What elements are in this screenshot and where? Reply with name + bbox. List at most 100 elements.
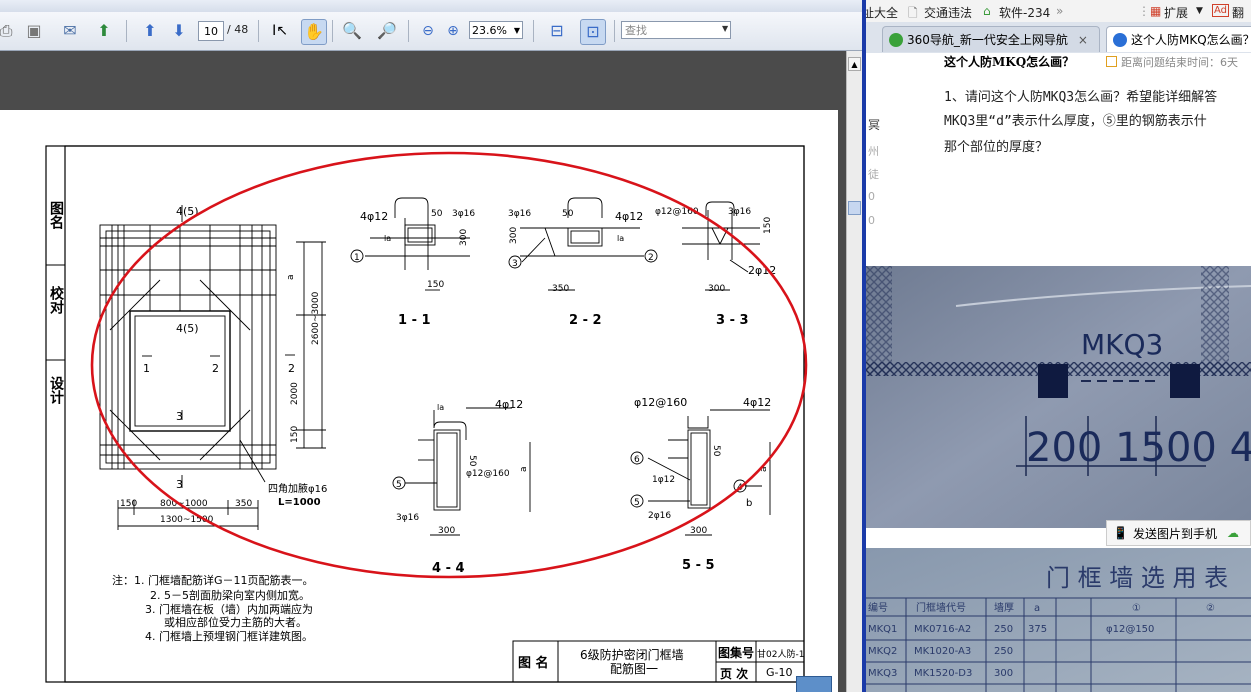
s55-mark6: 6 xyxy=(634,455,640,465)
marquee-zoom-icon[interactable]: 🔍 xyxy=(340,19,364,43)
find-input[interactable]: 查找 xyxy=(621,21,731,39)
corner-bar-label: 四角加腋φ16 xyxy=(268,482,327,495)
elev-label-2: 2 xyxy=(212,362,219,375)
s22-d300: 300 xyxy=(509,227,519,244)
tool-badge-icon[interactable] xyxy=(796,676,832,692)
photo1-label: MKQ3 xyxy=(1081,328,1163,361)
elev-label-2b: 2 xyxy=(288,362,295,375)
s11-d150: 150 xyxy=(427,280,444,290)
elev-dim-2000: 2000 xyxy=(290,382,300,405)
select-text-icon[interactable]: I↖ xyxy=(268,19,292,43)
photo2-header-1: 门框墙代号 xyxy=(916,601,966,614)
photo2-cell: MK0716-A2 xyxy=(914,624,971,635)
tab-question[interactable]: 这个人防MKQ怎么画？- xyxy=(1106,26,1251,52)
bookmark-sites[interactable]: 址大全 xyxy=(866,4,898,21)
chevron-down-icon: ▼ xyxy=(513,25,520,35)
photo2-cell: 300 xyxy=(994,668,1013,679)
photo2-cell: MKQ3 xyxy=(868,668,897,679)
photo2-header-0: 编号 xyxy=(868,601,888,614)
zoom-select[interactable]: 23.6% ▼ xyxy=(469,21,523,39)
pdf-viewer: ⎙ ▣ ✉ ⬆ ⬆ ⬇ / 48 I↖ ✋ 🔍 🔎 ⊖ ⊕ 23.6%▼ ⊟ ⊡… xyxy=(0,0,862,692)
photo2-header-2: 墙厚 xyxy=(994,601,1014,614)
corner-len-label: L=1000 xyxy=(278,497,321,508)
print-icon[interactable]: ⎙ xyxy=(0,19,18,43)
question-photo-2[interactable]: 门 框 墙 选 用 表 编号 门框墙代号 墙厚 a ① ② MKQ1 MK071… xyxy=(866,548,1251,692)
close-icon[interactable]: × xyxy=(1078,33,1088,47)
note-1: 注：1. 门框墙配筋详G－11页配筋表一。 xyxy=(112,573,314,587)
hand-tool-icon[interactable]: ✋ xyxy=(301,19,327,45)
s33-bar-right: 3φ16 xyxy=(728,207,751,217)
translate-button[interactable]: 翻 xyxy=(1232,4,1244,21)
s44-bar-top: 4φ12 xyxy=(495,398,523,411)
question-photo-1[interactable]: MKQ3 200 1500 400 xyxy=(866,266,1251,528)
tab-360-nav[interactable]: 360导航_新一代安全上网导航 × xyxy=(882,26,1100,52)
page-total: / 48 xyxy=(227,23,249,36)
bookmark-software[interactable]: 软件-234 xyxy=(999,4,1050,21)
bottom-dim-150: 150 xyxy=(120,499,137,509)
s55-bar-1: 1φ12 xyxy=(652,475,675,485)
phone-icon: 📱 xyxy=(1113,526,1128,540)
dynamic-zoom-icon[interactable]: 🔎 xyxy=(375,19,399,43)
photo2-header-5: ② xyxy=(1206,603,1215,614)
software-icon: ⌂ xyxy=(983,4,991,18)
extensions-button[interactable]: 扩展 xyxy=(1164,4,1188,21)
pdf-background xyxy=(0,51,846,109)
s44-d300: 300 xyxy=(438,526,455,536)
side-label-design: 设计 xyxy=(48,376,64,405)
s22-d50: 50 xyxy=(562,209,574,219)
next-page-icon[interactable]: ⬇ xyxy=(167,19,191,43)
chevron-down-icon[interactable]: ▼ xyxy=(1196,6,1203,16)
tb-set-value: 甘02人防-1 xyxy=(757,648,804,660)
note-2: 2. 5－5剖面肋梁向室内侧加宽。 xyxy=(150,588,310,602)
pdf-vertical-scrollbar[interactable]: ▲ xyxy=(846,51,862,692)
scroll-thumb[interactable] xyxy=(848,201,861,215)
scroll-up-icon[interactable]: ▲ xyxy=(848,57,861,71)
tb-title-1: 6级防护密闭门框墙 xyxy=(580,647,684,662)
bottom-dim-350: 350 xyxy=(235,499,252,509)
page-number-input[interactable] xyxy=(198,21,224,41)
s44-dim-a: a xyxy=(519,466,529,472)
tb-page-label: 页 次 xyxy=(720,666,748,681)
photo2-cell: MKQ2 xyxy=(868,646,897,657)
drawing-canvas: 图名 校对 设计 4(5) 4(5) 1 2 3 3 2 a 2600~3000… xyxy=(45,145,808,683)
more-bookmarks-icon[interactable]: » xyxy=(1056,4,1063,18)
bookmark-traffic[interactable]: 交通违法 xyxy=(924,4,972,21)
fit-width-icon[interactable]: ⊟ xyxy=(545,19,569,43)
s11-bar-top: 4φ12 xyxy=(360,210,388,223)
side-label-check: 校对 xyxy=(48,285,64,315)
question-title: 这个人防MKQ怎么画？ xyxy=(944,55,1075,69)
zoom-in-icon[interactable]: ⊕ xyxy=(441,19,465,43)
question-line-2: MKQ3里“d”表示什么厚度，⑤里的钢筋表示什 xyxy=(944,114,1207,129)
photo2-header-4: ① xyxy=(1132,603,1141,614)
s22-bar-left: 3φ16 xyxy=(508,209,531,219)
menu-dots-icon[interactable]: ⋮ xyxy=(1138,4,1150,18)
note-3: 3. 门框墙在板（墙）内加两端应为 xyxy=(145,602,313,616)
photo2-cell: 375 xyxy=(1028,624,1047,635)
s44-bar-mid: φ12@160 xyxy=(466,469,510,479)
s55-mark5: 5 xyxy=(634,498,640,508)
photo1-dims: 200 1500 400 xyxy=(1026,425,1251,471)
send-to-phone-button[interactable]: 📱 发送图片到手机 ☁ xyxy=(1106,520,1251,546)
s44-la: la xyxy=(437,403,444,412)
s55-dim-b: b xyxy=(746,498,752,509)
s44-bar-low: 3φ16 xyxy=(396,513,419,523)
save-icon[interactable]: ▣ xyxy=(22,19,46,43)
chevron-down-icon[interactable]: ▼ xyxy=(722,24,728,33)
question-time: 距离问题结束时间：6天 xyxy=(1106,54,1238,70)
elev-label-3b: 3 xyxy=(176,478,183,491)
zoom-out-icon[interactable]: ⊖ xyxy=(416,19,440,43)
bookmarks-bar: 址大全 🗋 交通违法 ⌂ 软件-234 » ⋮ ▦ 扩展 ▼ Ad 翻 xyxy=(866,0,1251,23)
s55-title: 5 - 5 xyxy=(682,558,715,573)
elev-label-1: 1 xyxy=(143,362,150,375)
fit-page-icon[interactable]: ⊡ xyxy=(580,19,606,45)
upload-icon[interactable]: ⬆ xyxy=(92,19,116,43)
photo2-canvas: 门 框 墙 选 用 表 编号 门框墙代号 墙厚 a ① ② MKQ1 MK071… xyxy=(866,548,1251,692)
s55-bar-2: 2φ16 xyxy=(648,511,671,521)
side-fragment-4: 0 xyxy=(868,190,875,203)
s22-mark2: 2 xyxy=(648,253,654,263)
360-logo-icon xyxy=(889,32,903,47)
side-fragment-3: 徒 xyxy=(868,168,879,181)
tb-set-label: 图集号 xyxy=(718,645,754,660)
previous-page-icon[interactable]: ⬆ xyxy=(138,19,162,43)
email-icon[interactable]: ✉ xyxy=(58,19,82,43)
